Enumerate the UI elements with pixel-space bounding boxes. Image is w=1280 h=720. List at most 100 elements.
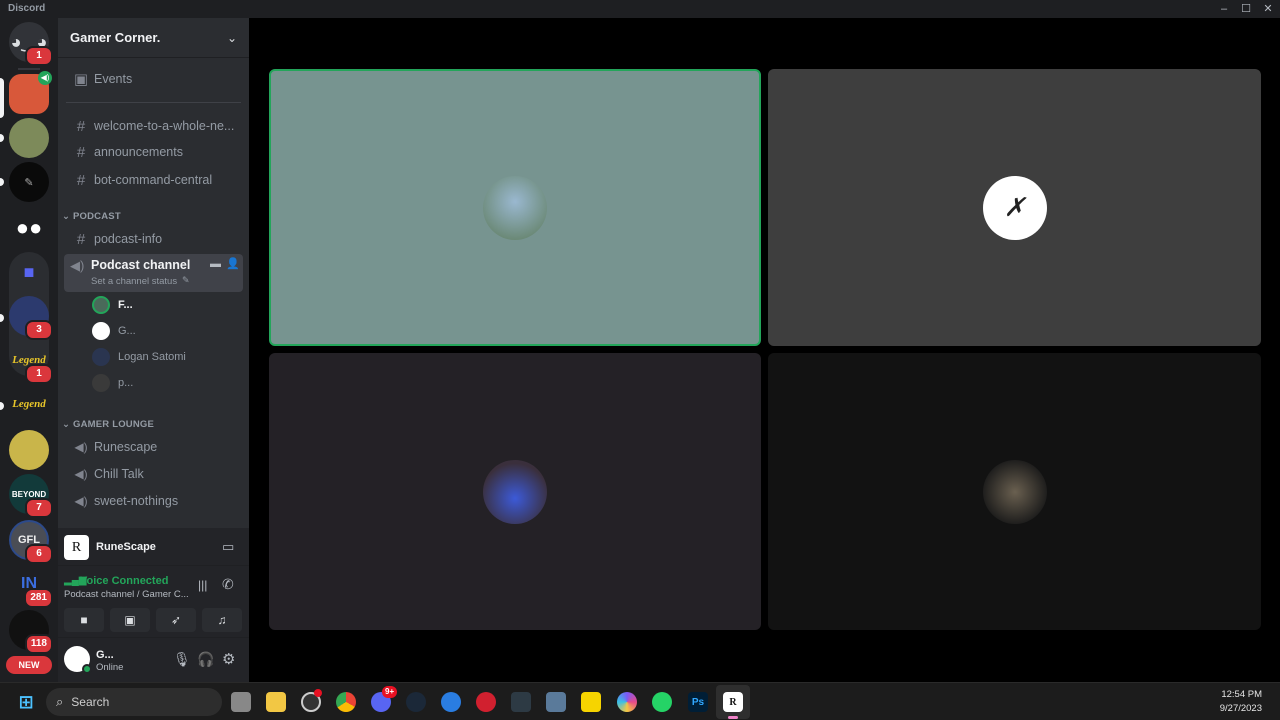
voice-location[interactable]: Podcast channel / Gamer C... bbox=[64, 589, 189, 600]
channel-sweet-nothings[interactable]: ◀) sweet-nothings bbox=[64, 489, 243, 513]
soundboard-button[interactable]: ♫ bbox=[202, 608, 242, 632]
whatsapp-icon[interactable] bbox=[652, 692, 672, 712]
server-fox[interactable]: ◀) bbox=[9, 71, 52, 114]
activity-panel[interactable]: R RuneScape ▭ bbox=[58, 528, 249, 566]
activities-button[interactable]: ➶ bbox=[156, 608, 196, 632]
clock-date: 9/27/2023 bbox=[1219, 703, 1262, 714]
server-sketch[interactable]: ✎ bbox=[9, 162, 49, 202]
photoshop-icon[interactable]: Ps bbox=[688, 692, 708, 712]
invite-icon[interactable]: 👤 bbox=[226, 257, 240, 270]
channel-runescape[interactable]: ◀) Runescape bbox=[64, 435, 243, 459]
participant-tile[interactable] bbox=[269, 69, 761, 346]
server-gfl[interactable]: GFL 6 bbox=[9, 520, 53, 564]
channel-podcast-info[interactable]: # podcast-info bbox=[64, 227, 243, 251]
server-legend-2[interactable]: Legend bbox=[9, 384, 49, 424]
user-panel: G... Online 🎙 🎧 ⚙ bbox=[58, 638, 249, 682]
file-explorer-icon[interactable] bbox=[266, 692, 286, 712]
server-geese[interactable] bbox=[9, 118, 49, 158]
speaker-icon: ◀) bbox=[74, 467, 88, 481]
unread-dot bbox=[0, 178, 4, 186]
voice-member[interactable]: p... bbox=[92, 372, 133, 394]
server-eyes[interactable]: ●● bbox=[9, 208, 49, 248]
runescape-icon: R bbox=[64, 535, 89, 560]
task-view-icon[interactable] bbox=[231, 692, 251, 712]
guild-header[interactable]: Gamer Corner. ⌄ bbox=[58, 18, 249, 58]
noise-suppression-icon[interactable]: ||| bbox=[198, 578, 207, 592]
taskbar-search[interactable]: ⌕ Search bbox=[46, 688, 222, 716]
username: G... bbox=[96, 649, 114, 661]
channel-podcast-voice[interactable]: ◀) Podcast channel Set a channel status … bbox=[64, 254, 243, 292]
server-badge: 118 bbox=[24, 634, 53, 654]
windows-start-icon[interactable]: ⊞ bbox=[16, 692, 36, 712]
new-button[interactable]: NEW bbox=[6, 656, 52, 674]
discord-badge: 9+ bbox=[382, 686, 398, 698]
channel-chill-talk[interactable]: ◀) Chill Talk bbox=[64, 462, 243, 486]
participant-tile[interactable] bbox=[768, 353, 1261, 630]
disconnect-icon[interactable]: ✆ bbox=[222, 576, 234, 593]
server-rail: ◕‿◕ 1 ◀) ✎ ●● ■ 3 Legend 1 Legend BEYOND… bbox=[0, 18, 58, 682]
category-podcast[interactable]: ⌄ PODCAST bbox=[62, 211, 121, 222]
server-beyond[interactable]: BEYOND 7 bbox=[9, 474, 53, 518]
activity-name: RuneScape bbox=[96, 541, 156, 553]
server-frog[interactable]: 3 bbox=[9, 296, 53, 340]
voice-status[interactable]: Voice Connected bbox=[80, 575, 168, 587]
headphones-icon[interactable]: 🎧 bbox=[197, 651, 214, 668]
windows-taskbar: ⊞ ⌕ Search 9+ Ps R 12:54 PM 9/27/2023 bbox=[0, 682, 1280, 720]
app-blue-icon[interactable] bbox=[441, 692, 461, 712]
sticky-notes-icon[interactable] bbox=[581, 692, 601, 712]
speaker-icon: ◀) bbox=[74, 494, 88, 508]
chat-icon[interactable]: ▬ bbox=[210, 258, 221, 270]
steam-icon[interactable] bbox=[406, 692, 426, 712]
server-legend-1[interactable]: Legend 1 bbox=[9, 340, 53, 384]
server-ah[interactable]: 118 bbox=[9, 610, 53, 654]
channel-welcome[interactable]: # welcome-to-a-whole-ne... bbox=[64, 114, 243, 138]
server-gem[interactable] bbox=[9, 430, 49, 470]
server-badge: 1 bbox=[25, 364, 53, 384]
maximize-button[interactable]: ☐ bbox=[1234, 0, 1258, 18]
voice-member[interactable]: F... bbox=[92, 294, 133, 316]
app-circle-icon[interactable] bbox=[617, 692, 637, 712]
microphone-icon[interactable]: 🎙 bbox=[173, 651, 191, 668]
speaker-icon: ◀) bbox=[38, 71, 52, 85]
camera-button[interactable]: ■ bbox=[64, 608, 104, 632]
unread-dot bbox=[0, 314, 4, 322]
soundboard-icon: ♫ bbox=[217, 613, 227, 627]
system-clock[interactable]: 12:54 PM 9/27/2023 bbox=[1220, 688, 1262, 716]
runescape-taskbar-icon[interactable]: R bbox=[723, 692, 743, 712]
voice-member[interactable]: G... bbox=[92, 320, 136, 342]
app-red-icon[interactable] bbox=[476, 692, 496, 712]
guild-name: Gamer Corner. bbox=[70, 30, 161, 45]
screen-share-button[interactable]: ▣ bbox=[110, 608, 150, 632]
participant-tile[interactable] bbox=[269, 353, 761, 630]
server-icon: Legend bbox=[12, 398, 46, 410]
server-in[interactable]: IN 281 bbox=[9, 564, 53, 608]
camera-icon: ■ bbox=[80, 613, 88, 627]
user-status: Online bbox=[96, 662, 124, 673]
home-badge: 1 bbox=[25, 46, 53, 66]
channel-status[interactable]: Set a channel status bbox=[91, 276, 177, 287]
eyes-icon: ●● bbox=[15, 215, 43, 240]
settings-gear-icon[interactable]: ⚙ bbox=[222, 650, 235, 668]
divider bbox=[66, 102, 241, 103]
folder-button[interactable]: ■ bbox=[9, 252, 49, 292]
events-link[interactable]: ▣ Events bbox=[64, 67, 243, 91]
pencil-icon[interactable]: ✎ bbox=[182, 275, 190, 286]
minimize-button[interactable]: – bbox=[1212, 0, 1236, 18]
avatar bbox=[92, 374, 110, 392]
folder-icon: ■ bbox=[23, 261, 35, 282]
calculator-icon[interactable] bbox=[546, 692, 566, 712]
server-icon bbox=[9, 118, 49, 158]
category-gamer-lounge[interactable]: ⌄ GAMER LOUNGE bbox=[62, 419, 154, 430]
davinci-resolve-icon[interactable] bbox=[511, 692, 531, 712]
voice-member[interactable]: Logan Satomi bbox=[92, 346, 186, 368]
chevron-down-icon: ⌄ bbox=[226, 30, 237, 45]
participant-tile[interactable]: ✗ bbox=[768, 69, 1261, 346]
chrome-icon[interactable] bbox=[336, 692, 356, 712]
channel-bot-command-central[interactable]: # bot-command-central bbox=[64, 168, 243, 192]
stream-icon[interactable]: ▭ bbox=[222, 539, 234, 555]
close-button[interactable]: ✕ bbox=[1256, 0, 1280, 18]
server-badge: 3 bbox=[25, 320, 53, 340]
channel-announcements[interactable]: # announcements bbox=[64, 140, 243, 164]
server-badge: 281 bbox=[24, 588, 53, 608]
home-button[interactable]: ◕‿◕ 1 bbox=[9, 22, 53, 66]
